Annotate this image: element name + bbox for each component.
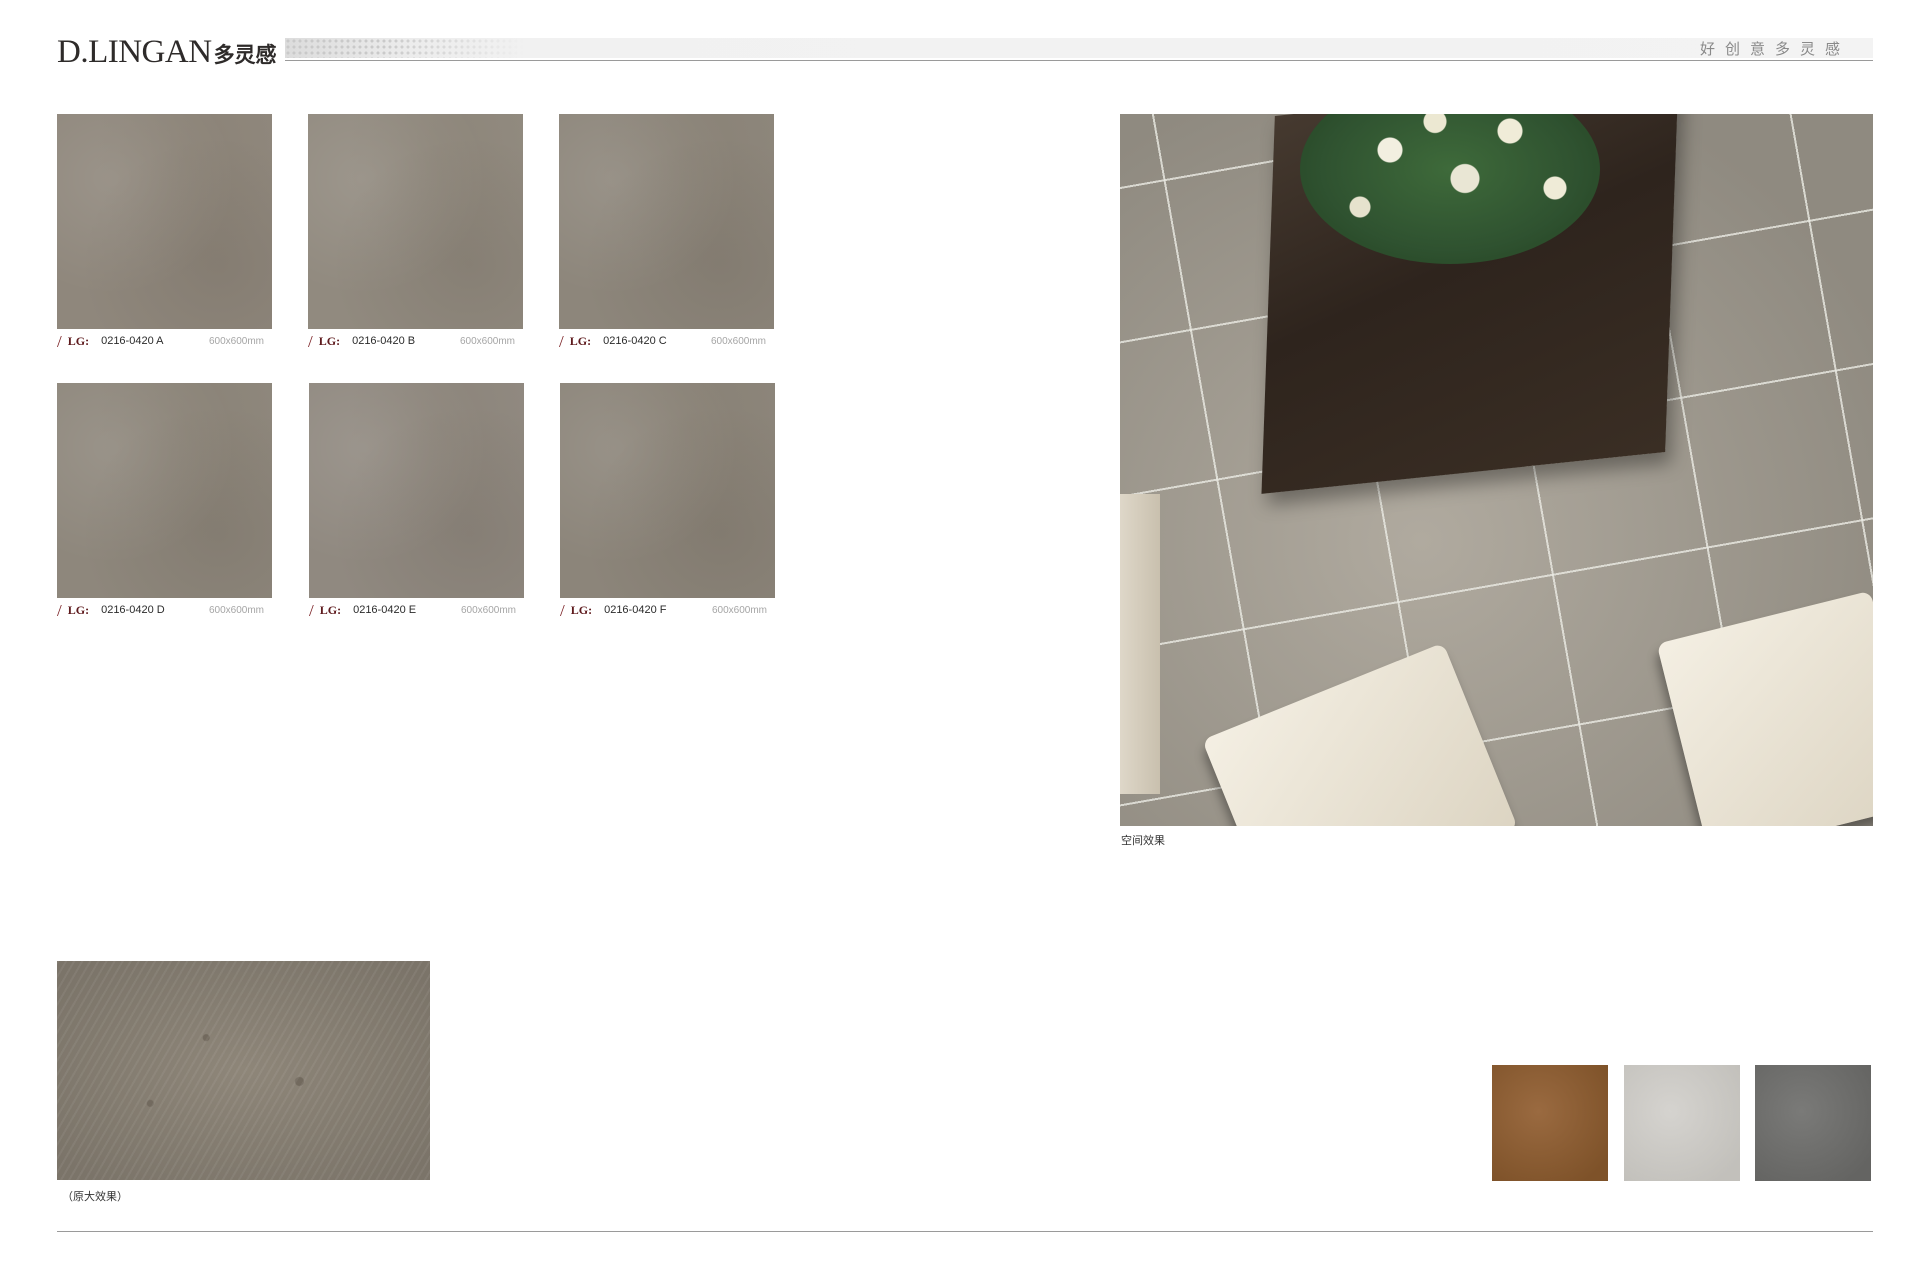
- label-prefix: LG:: [319, 602, 342, 617]
- color-swatch-brown: [1492, 1065, 1608, 1181]
- header-divider: [285, 60, 1873, 61]
- header-pattern-decoration: [285, 38, 525, 58]
- tile-size: 600x600mm: [208, 335, 264, 347]
- label-prefix: LG:: [569, 333, 592, 348]
- label-prefix: LG:: [570, 602, 593, 617]
- tile-label: / LG: 0216-0420 A 600x600mm: [57, 331, 272, 351]
- color-swatch-light-grey: [1624, 1065, 1740, 1181]
- label-slash: /: [57, 600, 62, 620]
- tile-size: 600x600mm: [459, 335, 515, 347]
- tile-code: 0216-0420 B: [352, 335, 416, 347]
- tile-card-c: / LG: 0216-0420 C 600x600mm: [559, 114, 774, 351]
- scene-caption: 空间效果: [1121, 835, 1165, 847]
- tile-label: / LG: 0216-0420 C 600x600mm: [559, 331, 774, 351]
- label-prefix: LG:: [67, 333, 90, 348]
- label-slash: /: [308, 331, 313, 351]
- full-size-detail-image: [57, 961, 430, 1180]
- footer-divider: [57, 1231, 1873, 1232]
- label-prefix: LG:: [318, 333, 341, 348]
- tile-label: / LG: 0216-0420 F 600x600mm: [560, 600, 775, 620]
- detail-caption: （原大效果）: [62, 1191, 128, 1203]
- tile-code: 0216-0420 F: [604, 604, 667, 616]
- tile-size: 600x600mm: [208, 604, 264, 616]
- color-swatch-dark-grey: [1755, 1065, 1871, 1181]
- tile-card-b: / LG: 0216-0420 B 600x600mm: [308, 114, 523, 351]
- tile-size: 600x600mm: [710, 335, 766, 347]
- tile-label: / LG: 0216-0420 E 600x600mm: [309, 600, 524, 620]
- sofa-edge: [1120, 494, 1160, 794]
- label-slash: /: [559, 331, 564, 351]
- tile-code: 0216-0420 A: [101, 335, 164, 347]
- label-prefix: LG:: [67, 602, 90, 617]
- tile-size: 600x600mm: [460, 604, 516, 616]
- tile-swatch-a: [57, 114, 272, 329]
- brand-logo: D.LINGAN 多灵感: [57, 34, 277, 70]
- label-slash: /: [309, 600, 314, 620]
- tile-swatch-f: [560, 383, 775, 598]
- tile-card-d: / LG: 0216-0420 D 600x600mm: [57, 383, 272, 620]
- tile-swatch-b: [308, 114, 523, 329]
- tile-swatch-c: [559, 114, 774, 329]
- tile-card-e: / LG: 0216-0420 E 600x600mm: [309, 383, 524, 620]
- tile-label: / LG: 0216-0420 B 600x600mm: [308, 331, 523, 351]
- armchair-left: [1202, 642, 1518, 826]
- tile-card-a: / LG: 0216-0420 A 600x600mm: [57, 114, 272, 351]
- tile-code: 0216-0420 E: [353, 604, 417, 616]
- label-slash: /: [57, 331, 62, 351]
- tile-card-f: / LG: 0216-0420 F 600x600mm: [560, 383, 775, 620]
- label-slash: /: [560, 600, 565, 620]
- tile-swatch-d: [57, 383, 272, 598]
- logo-chinese-text: 多灵感: [213, 43, 277, 67]
- tile-size: 600x600mm: [711, 604, 767, 616]
- tile-label: / LG: 0216-0420 D 600x600mm: [57, 600, 272, 620]
- logo-latin-text: D.LINGAN: [57, 34, 212, 70]
- room-scene-image: [1120, 114, 1873, 826]
- tile-code: 0216-0420 C: [603, 335, 667, 347]
- header-slogan: 好创意多灵感: [1699, 40, 1850, 58]
- tile-swatch-e: [309, 383, 524, 598]
- tile-code: 0216-0420 D: [101, 604, 165, 616]
- armchair-right: [1656, 590, 1873, 826]
